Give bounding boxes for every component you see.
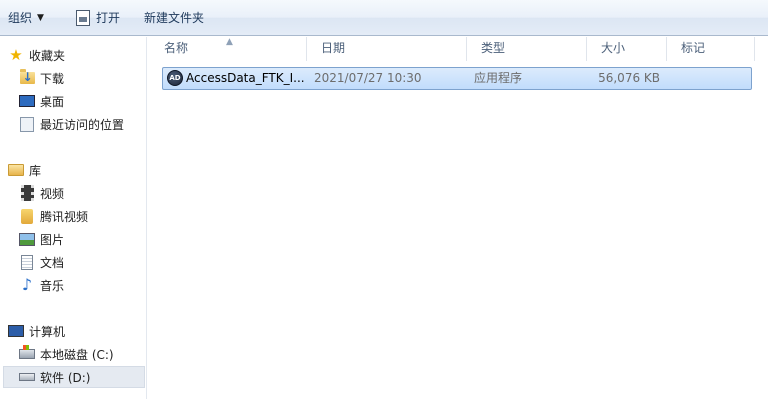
nav-libraries-label: 库 xyxy=(29,163,42,178)
nav-libraries[interactable]: 库 xyxy=(0,159,146,181)
nav-item-label: 视频 xyxy=(40,186,65,201)
recent-places-icon xyxy=(19,116,35,132)
nav-item-label: 图片 xyxy=(40,232,65,247)
organize-label: 组织 xyxy=(8,11,33,25)
open-label: 打开 xyxy=(95,11,120,25)
sort-ascending-icon: ▲ xyxy=(226,37,233,47)
file-date: 2021/07/27 10:30 xyxy=(314,71,422,85)
nav-item-desktop[interactable]: 桌面 xyxy=(0,90,146,112)
nav-item-label: 腾讯视频 xyxy=(40,209,89,224)
computer-icon xyxy=(8,323,24,339)
nav-item-label: 文档 xyxy=(40,255,65,270)
nav-item-label: 桌面 xyxy=(40,94,65,109)
column-header-label: 大小 xyxy=(601,41,626,55)
nav-item-label: 音乐 xyxy=(40,278,65,293)
file-row[interactable]: AD AccessData_FTK_I... 2021/07/27 10:30 … xyxy=(162,67,752,90)
nav-favorites-label: 收藏夹 xyxy=(29,48,66,63)
application-icon: AD xyxy=(167,70,183,86)
nav-item-downloads[interactable]: ↓ 下载 xyxy=(0,67,146,89)
column-headers: 名称 ▲ 日期 类型 大小 标记 xyxy=(150,37,768,61)
column-header-label: 日期 xyxy=(321,41,346,55)
chevron-down-icon: ▼ xyxy=(37,12,44,23)
library-icon xyxy=(8,162,24,178)
column-header-label: 标记 xyxy=(681,41,706,55)
nav-item-pictures[interactable]: 图片 xyxy=(0,228,146,250)
open-button[interactable]: 打开 xyxy=(70,5,126,31)
nav-item-label: 软件 (D:) xyxy=(40,370,91,385)
file-name: AccessData_FTK_I... xyxy=(186,71,305,85)
documents-icon xyxy=(19,254,35,270)
nav-favorites[interactable]: ★ 收藏夹 xyxy=(0,44,146,66)
navigation-pane: ★ 收藏夹 ↓ 下载 桌面 最近访问的位置 库 视频 腾讯视频 图片 文档 ♪ … xyxy=(0,37,147,399)
nav-item-videos[interactable]: 视频 xyxy=(0,182,146,204)
nav-item-label: 本地磁盘 (C:) xyxy=(40,347,114,362)
nav-item-tencent-video[interactable]: 腾讯视频 xyxy=(0,205,146,227)
file-size: 56,076 KB xyxy=(598,71,660,85)
column-header-name[interactable]: 名称 ▲ xyxy=(150,37,307,61)
star-icon: ★ xyxy=(9,46,23,64)
downloads-folder-icon: ↓ xyxy=(19,69,35,86)
nav-item-label: 最近访问的位置 xyxy=(40,117,125,132)
column-header-label: 名称 xyxy=(164,41,189,55)
organize-button[interactable]: 组织 ▼ xyxy=(2,5,50,31)
nav-item-documents[interactable]: 文档 xyxy=(0,251,146,273)
drive-icon xyxy=(19,369,35,385)
nav-item-recent-places[interactable]: 最近访问的位置 xyxy=(0,113,146,135)
column-header-tags[interactable]: 标记 xyxy=(667,37,755,61)
desktop-icon xyxy=(19,93,35,109)
open-icon xyxy=(75,9,90,26)
column-header-label: 类型 xyxy=(481,41,506,55)
nav-computer[interactable]: 计算机 xyxy=(0,320,146,342)
music-icon: ♪ xyxy=(21,275,33,294)
toolbar: 组织 ▼ 打开 新建文件夹 xyxy=(0,0,768,36)
nav-item-music[interactable]: ♪ 音乐 xyxy=(0,274,146,296)
nav-computer-label: 计算机 xyxy=(29,324,66,339)
system-drive-icon xyxy=(19,345,35,362)
nav-item-drive-c[interactable]: 本地磁盘 (C:) xyxy=(0,343,146,365)
nav-item-drive-d[interactable]: 软件 (D:) xyxy=(3,366,145,388)
column-header-type[interactable]: 类型 xyxy=(467,37,587,61)
video-icon xyxy=(19,185,35,201)
pictures-icon xyxy=(19,231,35,247)
column-header-date[interactable]: 日期 xyxy=(307,37,467,61)
new-folder-label: 新建文件夹 xyxy=(143,11,204,25)
tencent-video-folder-icon xyxy=(19,208,35,224)
new-folder-button[interactable]: 新建文件夹 xyxy=(138,5,210,31)
file-type: 应用程序 xyxy=(474,71,523,85)
nav-item-label: 下载 xyxy=(40,71,65,86)
column-header-size[interactable]: 大小 xyxy=(587,37,667,61)
